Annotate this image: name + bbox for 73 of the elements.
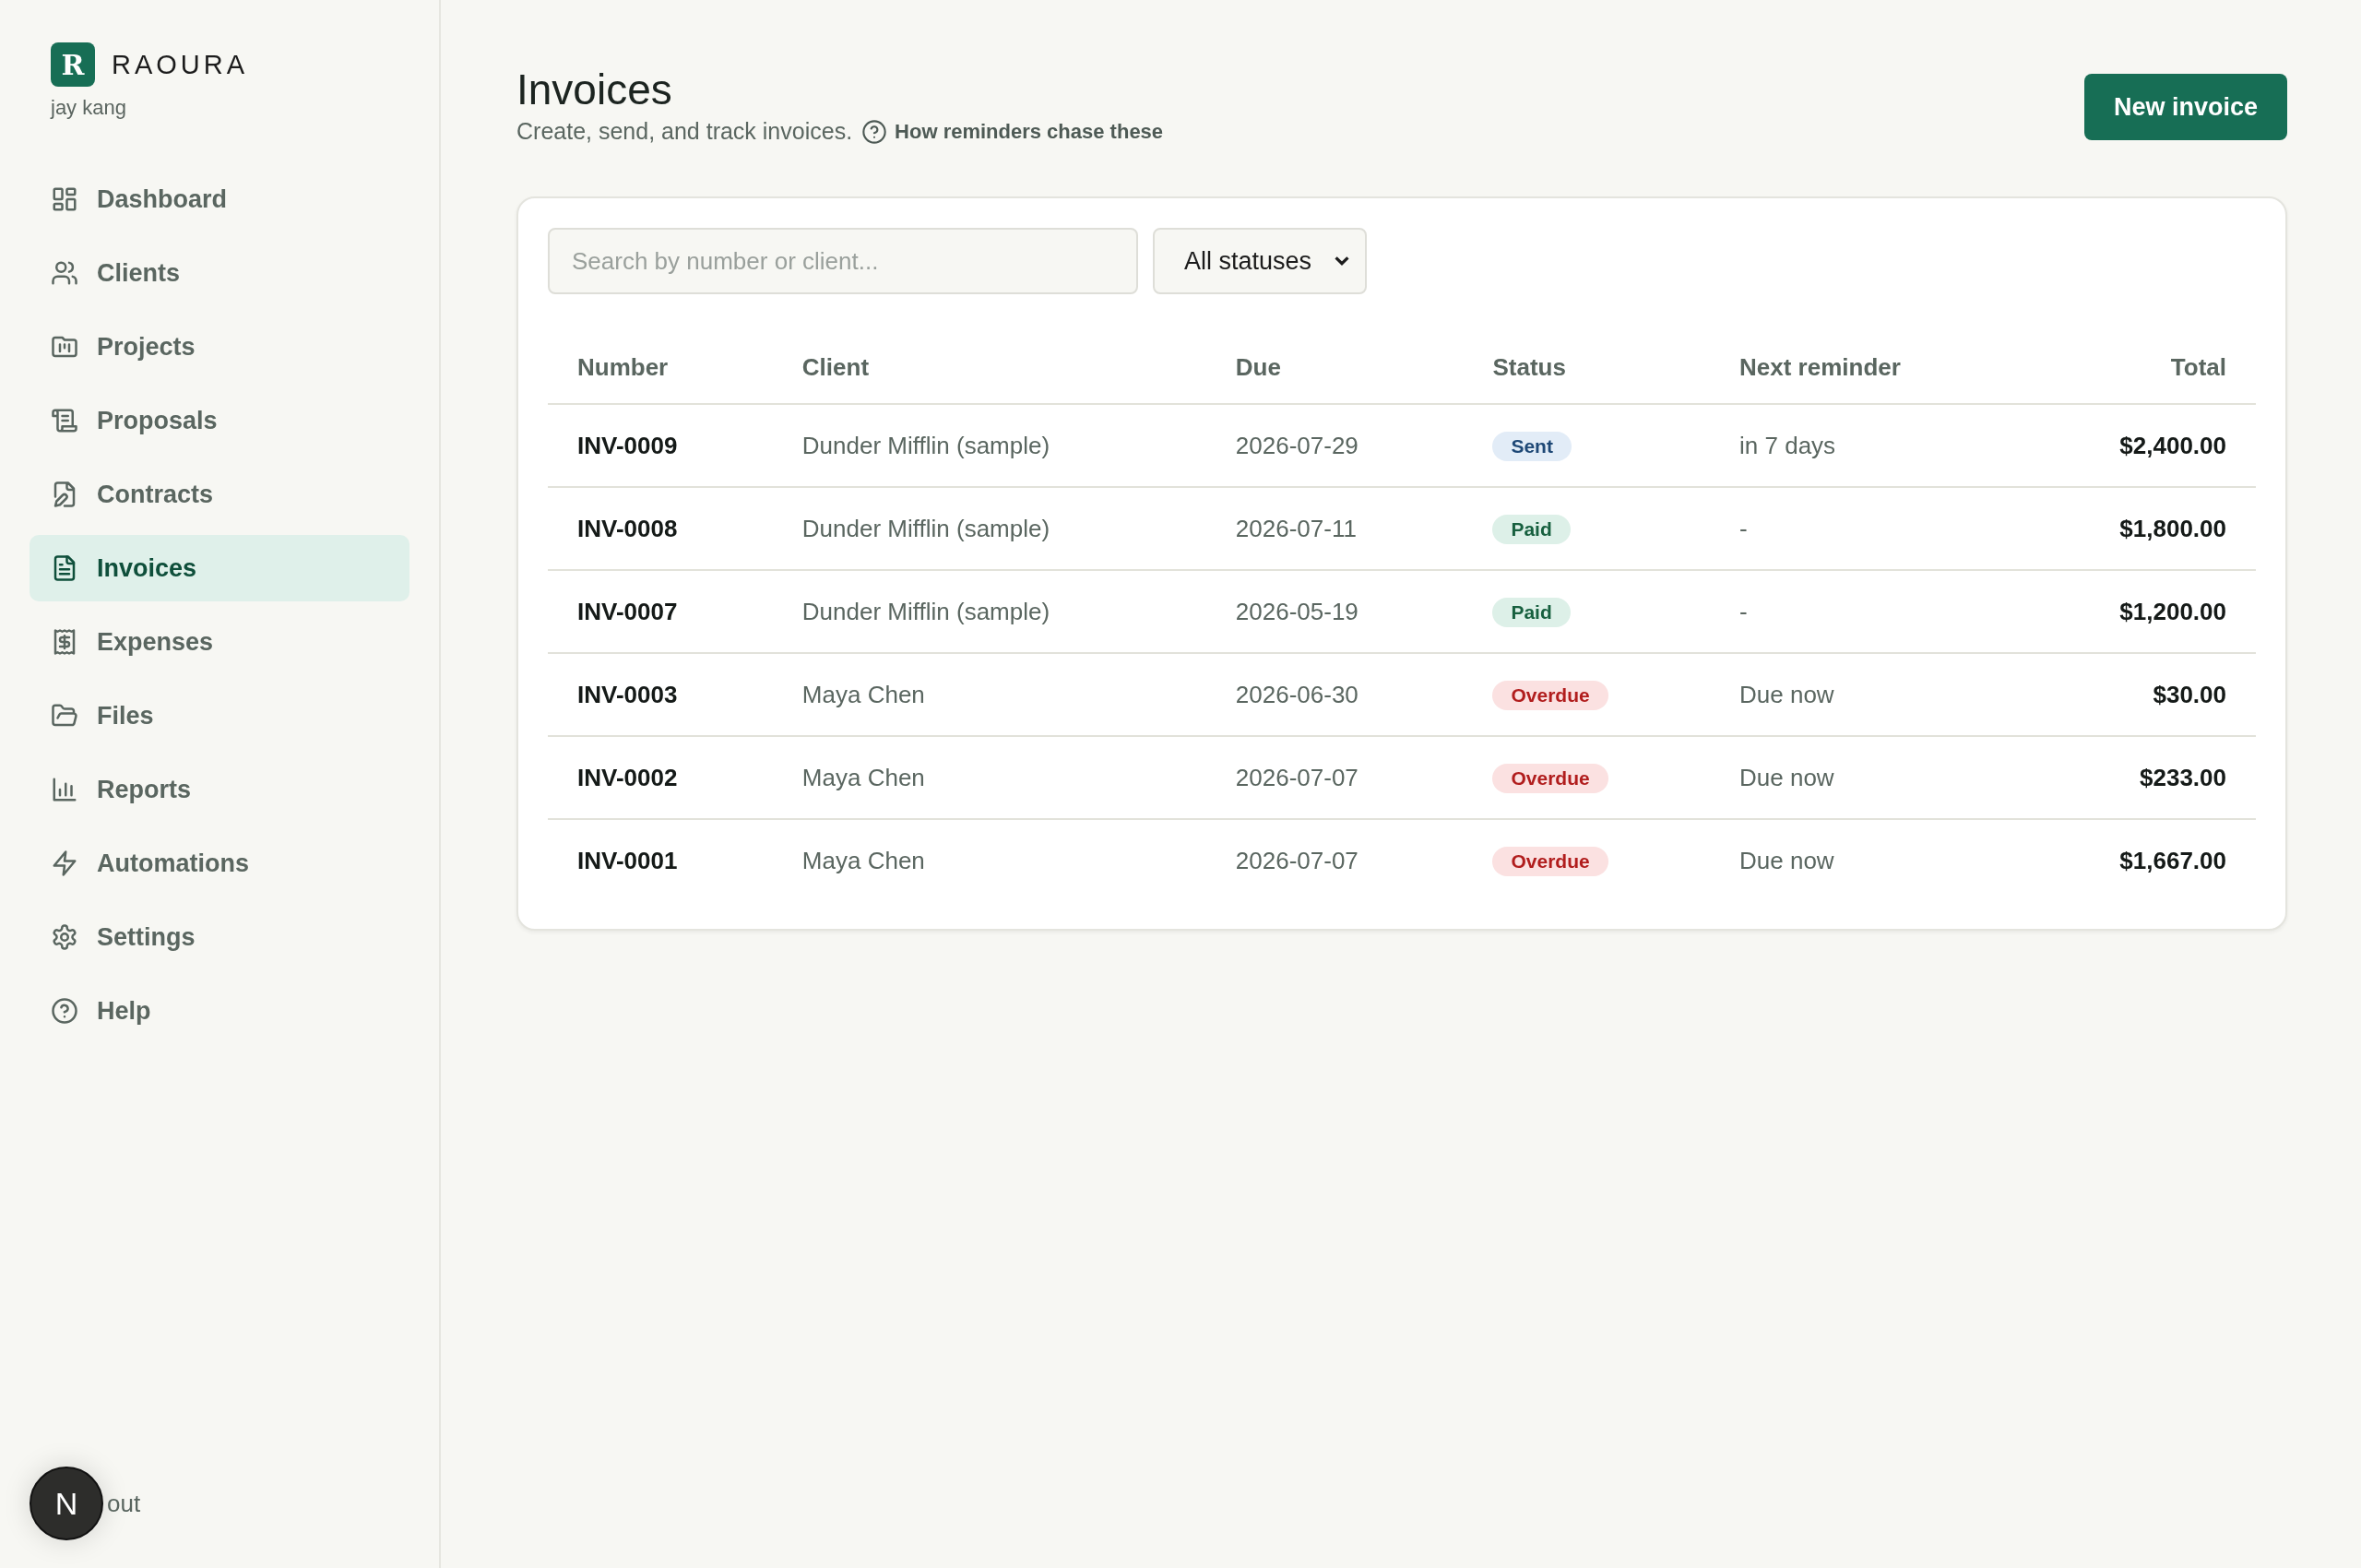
table-cell: INV-0002: [548, 736, 773, 819]
status-badge: Overdue: [1492, 846, 1608, 876]
nav-item[interactable]: Settings: [30, 904, 409, 970]
table-cell: INV-0009: [548, 404, 773, 487]
column-header: Next reminder: [1710, 331, 2022, 404]
status-select[interactable]: All statuses: [1153, 228, 1367, 294]
status-badge: Paid: [1492, 514, 1571, 544]
table-cell: $30.00: [2021, 653, 2256, 736]
table-cell: Maya Chen: [772, 736, 1206, 819]
table-cell: $1,200.00: [2021, 570, 2256, 653]
table-cell: $1,667.00: [2021, 819, 2256, 901]
table-cell: Maya Chen: [772, 653, 1206, 736]
table-cell: INV-0008: [548, 487, 773, 570]
lightning-icon: [51, 849, 78, 877]
table-cell: 2026-06-30: [1205, 653, 1464, 736]
column-header: Total: [2021, 331, 2256, 404]
search-field[interactable]: Search by number or client...: [548, 228, 1138, 294]
brand-name: RAOURA: [112, 49, 249, 80]
sign-out-link[interactable]: out: [107, 1489, 141, 1518]
table-cell: Dunder Mifflin (sample): [772, 404, 1206, 487]
status-badge: Sent: [1492, 431, 1572, 461]
column-header: Due: [1205, 331, 1464, 404]
users-icon: [51, 259, 78, 287]
table-cell: INV-0007: [548, 570, 773, 653]
column-header: Client: [772, 331, 1206, 404]
table-cell: $1,800.00: [2021, 487, 2256, 570]
help-link[interactable]: How reminders chase these: [861, 118, 1164, 145]
table-cell: 2026-07-07: [1205, 819, 1464, 901]
table-cell: Due now: [1710, 736, 2022, 819]
status-badge: Paid: [1492, 597, 1571, 627]
nav-item[interactable]: Invoices: [30, 535, 409, 601]
nav-item[interactable]: Proposals: [30, 387, 409, 454]
nav-item[interactable]: Reports: [30, 756, 409, 823]
table-cell: Due now: [1710, 653, 2022, 736]
table-cell: Due now: [1710, 819, 2022, 901]
column-header: Number: [548, 331, 773, 404]
status-badge: Overdue: [1492, 680, 1608, 710]
table-cell: Dunder Mifflin (sample): [772, 487, 1206, 570]
bar-chart-icon: [51, 776, 78, 803]
table-cell: -: [1710, 487, 2022, 570]
table-cell: 2026-07-11: [1205, 487, 1464, 570]
page-title: Invoices: [516, 65, 673, 114]
nav-item[interactable]: Help: [30, 978, 409, 1044]
table-cell: 2026-05-19: [1205, 570, 1464, 653]
table-cell: Maya Chen: [772, 819, 1206, 901]
table-cell: $2,400.00: [2021, 404, 2256, 487]
nav-item[interactable]: Clients: [30, 240, 409, 306]
table-cell: INV-0001: [548, 819, 773, 901]
table-cell: 2026-07-29: [1205, 404, 1464, 487]
scroll-icon: [51, 407, 78, 434]
table-cell: 2026-07-07: [1205, 736, 1464, 819]
nav-item[interactable]: Dashboard: [30, 166, 409, 232]
column-header: Status: [1463, 331, 1711, 404]
table-cell: Dunder Mifflin (sample): [772, 570, 1206, 653]
table-cell: in 7 days: [1710, 404, 2022, 487]
table-cell: -: [1710, 570, 2022, 653]
nav-item[interactable]: Automations: [30, 830, 409, 897]
nav-item[interactable]: Expenses: [30, 609, 409, 675]
settings-icon: [51, 923, 78, 951]
page-subtitle: Create, send, and track invoices.: [516, 118, 853, 145]
grid-icon: [51, 185, 78, 213]
new-invoice-button[interactable]: New invoice: [2083, 74, 2287, 140]
table-cell: $233.00: [2021, 736, 2256, 819]
nav-item[interactable]: Projects: [30, 314, 409, 380]
help-icon: [861, 118, 888, 145]
status-badge: Overdue: [1492, 763, 1608, 793]
table-cell: INV-0003: [548, 653, 773, 736]
user-name: jay kang: [49, 96, 127, 120]
nav-item[interactable]: Files: [30, 683, 409, 749]
avatar[interactable]: N: [30, 1467, 103, 1540]
logo: R: [51, 42, 95, 87]
help-icon: [51, 997, 78, 1025]
nav-item[interactable]: Contracts: [30, 461, 409, 528]
